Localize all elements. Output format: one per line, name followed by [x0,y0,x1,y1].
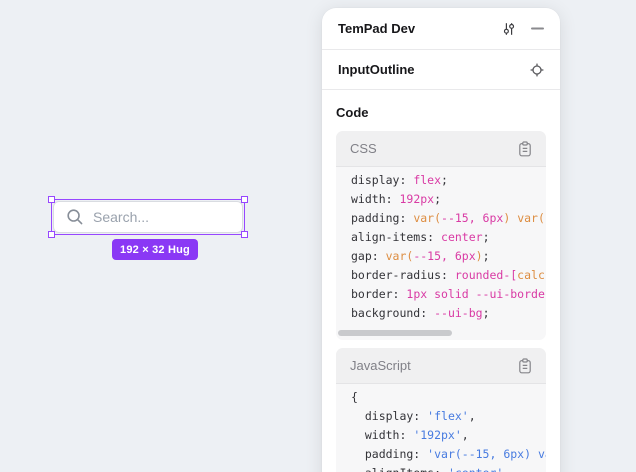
panel-title: TemPad Dev [338,21,502,36]
code-section: Code CSS display: flex;width: 192px;padd… [322,90,560,472]
code-line: { [351,388,546,407]
copy-javascript-button[interactable] [518,358,532,374]
selected-component-row: InputOutline [322,50,560,90]
clipboard-copy-icon [518,141,532,157]
options-button[interactable] [502,22,516,36]
search-input-element[interactable]: Search... [53,201,243,233]
horizontal-scrollbar[interactable] [338,330,542,336]
size-badge: 192 × 32 Hug [112,239,198,260]
copy-css-button[interactable] [518,141,532,157]
selection-handle-top-right[interactable] [241,196,248,203]
code-line: display: 'flex', [351,407,546,426]
design-canvas-page: Search... 192 × 32 Hug TemPad Dev [0,0,636,472]
css-code-block: CSS display: flex;width: 192px;padding: … [336,131,546,340]
css-code-body: display: flex;width: 192px;padding: var(… [336,167,546,327]
minimize-icon [531,22,544,35]
selection-handle-bottom-right[interactable] [241,231,248,238]
javascript-code-header: JavaScript [336,348,546,384]
code-line: display: flex; [351,171,546,190]
code-line: width: 192px; [351,190,546,209]
panel-header: TemPad Dev [322,8,560,50]
selection-handle-top-left[interactable] [48,196,55,203]
code-line: border: 1px solid --ui-border-co [351,285,546,304]
code-line: gap: var(--15, 6px); [351,247,546,266]
minimize-button[interactable] [531,22,544,35]
clipboard-copy-icon [518,358,532,374]
code-section-label: Code [336,105,546,120]
locate-button[interactable] [530,63,544,77]
code-language-label: JavaScript [350,358,518,373]
tempad-dev-panel: TemPad Dev InputOutline [322,8,560,472]
code-line: width: '192px', [351,426,546,445]
locate-crosshair-icon [530,63,544,77]
code-line: background: --ui-bg; [351,304,546,323]
component-name: InputOutline [338,62,530,77]
css-code-header: CSS [336,131,546,167]
code-line: padding: 'var(--15, 6px) var [351,445,546,464]
code-line: border-radius: rounded-[calc(var [351,266,546,285]
selection-handle-bottom-left[interactable] [48,231,55,238]
search-placeholder: Search... [93,209,149,225]
code-line: padding: var(--15, 6px) var(--15 [351,209,546,228]
code-line: alignItems: 'center', [351,464,546,472]
magnifier-icon [66,208,84,226]
javascript-code-block: JavaScript { display: 'flex', width: '19… [336,348,546,472]
code-language-label: CSS [350,141,518,156]
code-line: align-items: center; [351,228,546,247]
scrollbar-thumb[interactable] [338,330,452,336]
javascript-code-body: { display: 'flex', width: '192px', paddi… [336,384,546,472]
sliders-icon [502,22,516,36]
